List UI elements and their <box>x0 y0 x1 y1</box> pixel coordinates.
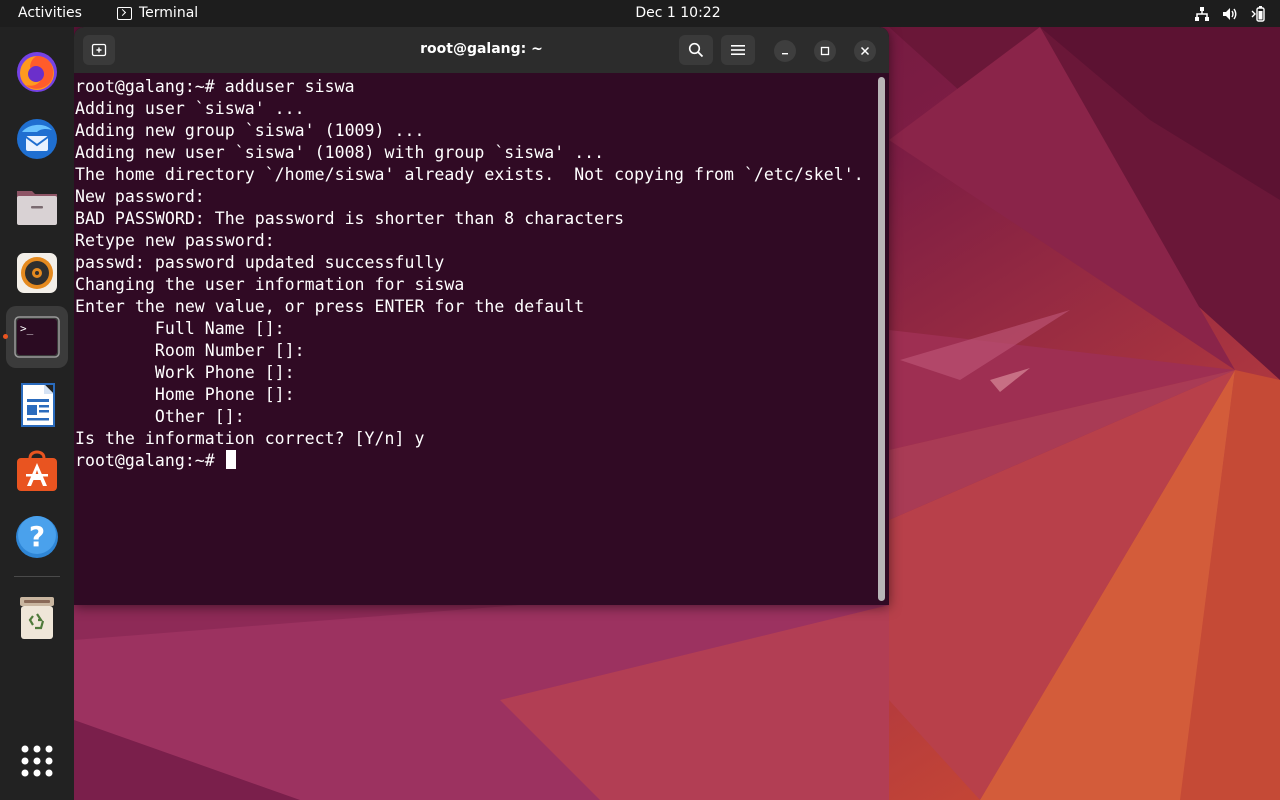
dock-item-thunderbird[interactable] <box>12 114 62 164</box>
app-grid-icon <box>21 745 53 777</box>
terminal-line: Enter the new value, or press ENTER for … <box>75 297 585 316</box>
terminal-line: Retype new password: <box>75 231 275 250</box>
terminal-scrollbar[interactable] <box>878 77 885 601</box>
files-icon <box>17 191 57 225</box>
dock-item-show-apps[interactable] <box>12 736 62 786</box>
network-icon <box>1195 7 1209 21</box>
terminal-line: Adding new user `siswa' (1008) with grou… <box>75 143 605 162</box>
terminal-small-icon <box>117 6 132 20</box>
app-menu-label: Terminal <box>139 5 199 21</box>
terminal-line: The home directory `/home/siswa' already… <box>75 165 864 184</box>
rhythmbox-icon <box>17 253 57 293</box>
window-title: root@galang: ~ <box>420 41 543 57</box>
terminal-text: root@galang:~# adduser siswa Adding user … <box>75 76 889 472</box>
new-tab-button[interactable] <box>83 35 115 65</box>
close-icon <box>860 46 870 56</box>
firefox-icon <box>17 52 57 92</box>
terminal-icon-glyph: >_ <box>20 322 34 335</box>
terminal-cursor <box>225 450 236 469</box>
terminal-line: Adding new group `siswa' (1009) ... <box>75 121 425 140</box>
minimize-icon <box>782 53 788 55</box>
maximize-button[interactable] <box>814 40 836 62</box>
system-tray[interactable] <box>1194 5 1266 23</box>
help-icon: ? <box>16 516 58 558</box>
terminal-line: New password: <box>75 187 205 206</box>
dock-item-files[interactable] <box>12 181 62 231</box>
terminal-window[interactable]: root@galang: ~ root@galang:~# adduser si… <box>74 27 889 605</box>
activities-button[interactable]: Activities <box>18 5 82 21</box>
search-icon <box>688 42 704 58</box>
terminal-line: Changing the user information for siswa <box>75 275 465 294</box>
terminal-prompt: root@galang:~# <box>75 451 225 470</box>
dock-item-trash[interactable] <box>12 593 62 643</box>
terminal-line: Is the information correct? [Y/n] y <box>75 429 425 448</box>
search-button[interactable] <box>679 35 713 65</box>
hamburger-menu-icon <box>731 45 745 55</box>
terminal-line: Other []: <box>75 407 245 426</box>
dock-item-software[interactable] <box>12 446 62 496</box>
thunderbird-icon <box>17 119 57 159</box>
volume-icon <box>1223 8 1237 20</box>
terminal-icon: >_ <box>14 316 60 358</box>
window-headerbar[interactable]: root@galang: ~ <box>74 27 889 73</box>
dock-item-writer[interactable] <box>12 380 62 430</box>
terminal-line: Home Phone []: <box>75 385 295 404</box>
dock: >_ ? <box>0 27 74 800</box>
software-store-icon <box>17 450 57 491</box>
menu-button[interactable] <box>721 35 755 65</box>
trash-icon <box>20 597 54 639</box>
dock-separator <box>14 576 60 577</box>
app-menu[interactable]: Terminal <box>117 5 198 21</box>
terminal-prompt-line: root@galang:~# <box>75 450 889 472</box>
dock-item-help[interactable]: ? <box>12 512 62 562</box>
terminal-line: root@galang:~# adduser siswa <box>75 77 355 96</box>
clock[interactable]: Dec 1 10:22 <box>635 5 720 21</box>
running-indicator <box>3 334 8 339</box>
maximize-icon <box>820 46 830 56</box>
terminal-line: BAD PASSWORD: The password is shorter th… <box>75 209 625 228</box>
terminal-line: Work Phone []: <box>75 363 295 382</box>
writer-icon <box>21 383 55 427</box>
dock-item-rhythmbox[interactable] <box>12 248 62 298</box>
terminal-line: Room Number []: <box>75 341 305 360</box>
close-button[interactable] <box>854 40 876 62</box>
top-bar: Activities Terminal Dec 1 10:22 <box>0 0 1280 27</box>
terminal-line: passwd: password updated successfully <box>75 253 445 272</box>
battery-icon <box>1251 6 1265 22</box>
new-tab-icon <box>91 43 107 57</box>
dock-item-terminal[interactable]: >_ <box>6 306 68 368</box>
minimize-button[interactable] <box>774 40 796 62</box>
help-icon-glyph: ? <box>29 520 45 553</box>
terminal-line: Full Name []: <box>75 319 285 338</box>
terminal-line: Adding user `siswa' ... <box>75 99 305 118</box>
terminal-output-area[interactable]: root@galang:~# adduser siswa Adding user … <box>74 73 889 605</box>
dock-item-firefox[interactable] <box>12 47 62 97</box>
